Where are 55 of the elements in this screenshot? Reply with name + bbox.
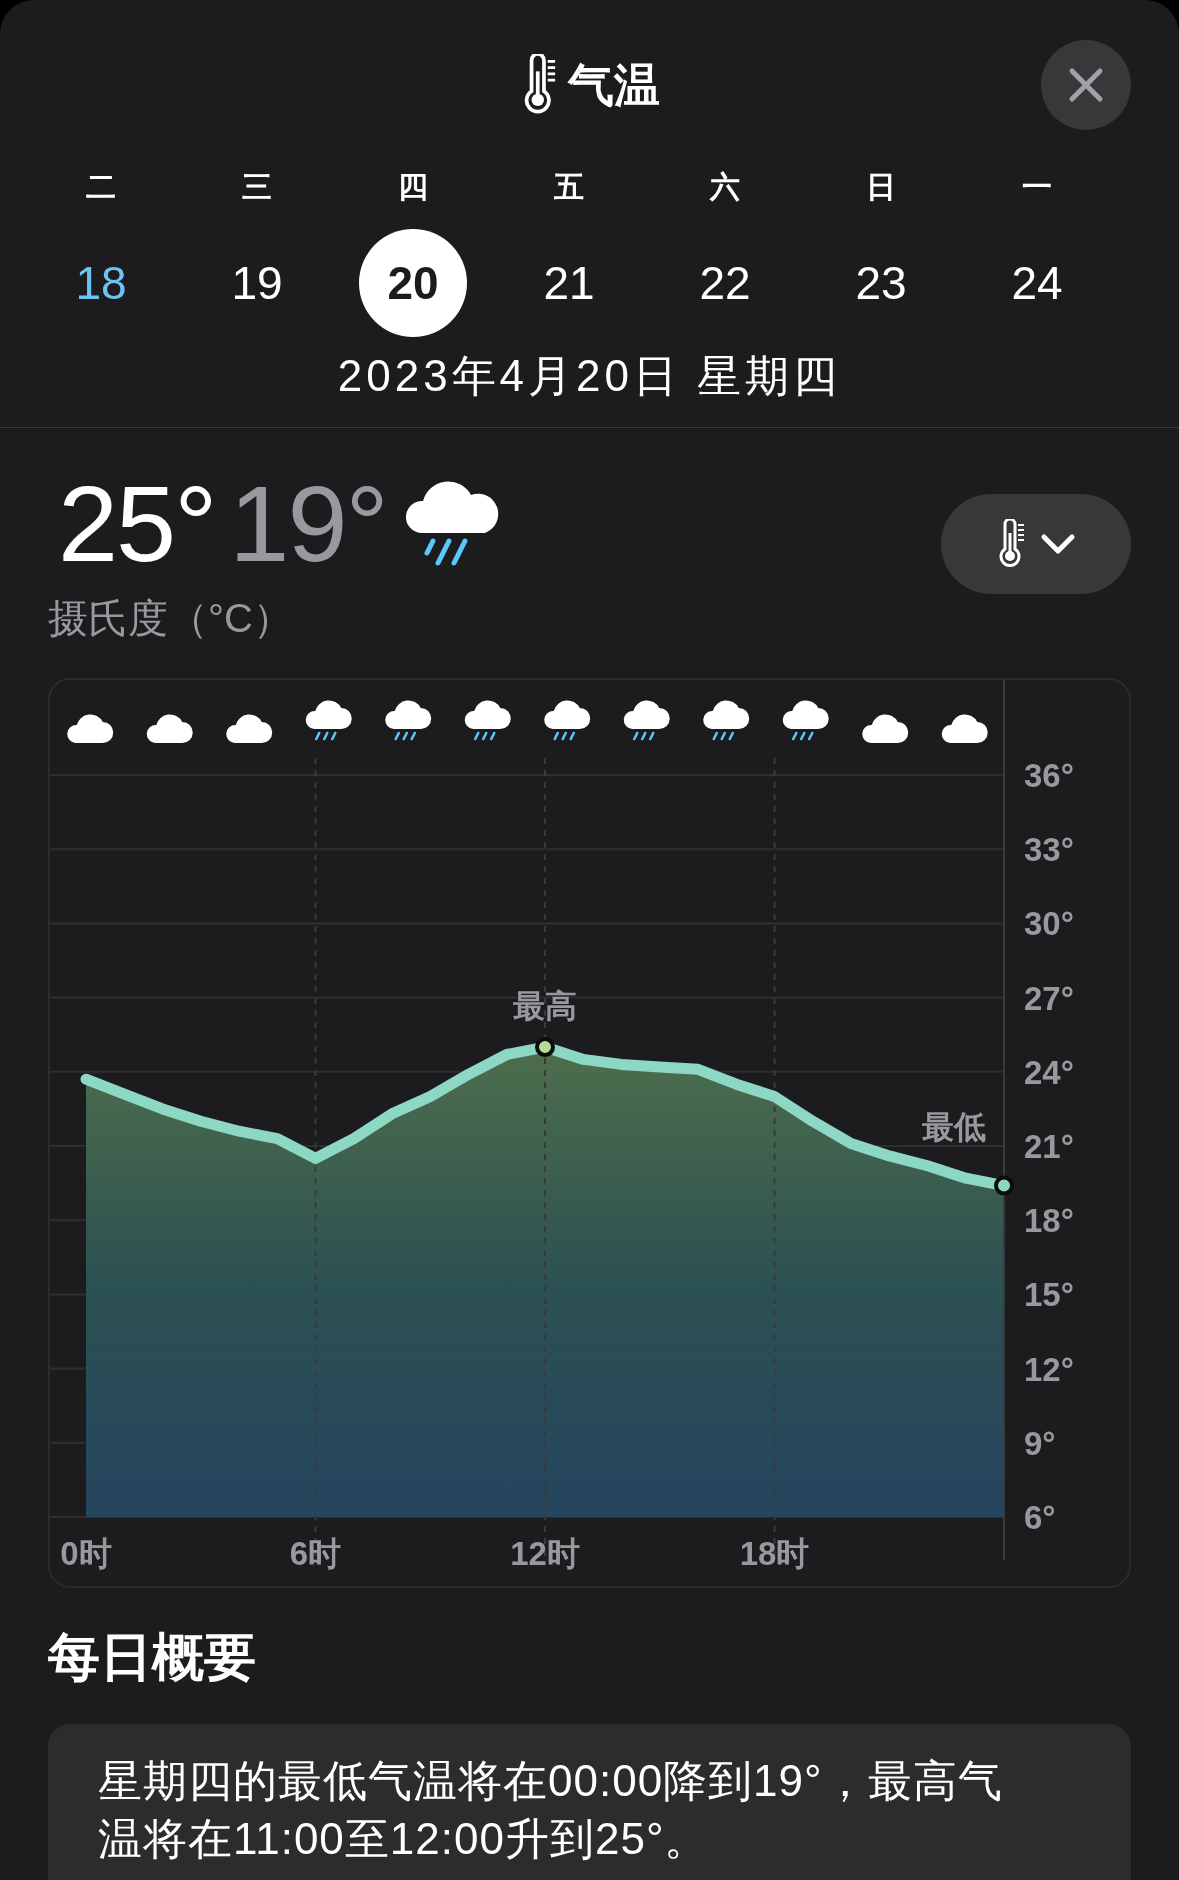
rain-cloud-icon <box>703 700 750 741</box>
weekday-label: 六 <box>710 169 740 205</box>
date-tab[interactable]: 20 <box>359 229 467 337</box>
axis-tick-label: 12时 <box>510 1535 580 1572</box>
low-temperature: 19° <box>229 470 387 578</box>
rain-cloud-icon <box>464 700 511 741</box>
extreme-marker <box>994 1175 1014 1196</box>
date-tab[interactable]: 23 <box>827 229 935 337</box>
axis-tick-label: 18时 <box>739 1535 810 1572</box>
weekday-label: 五 <box>554 169 584 205</box>
weekday-label: 日 <box>866 169 896 205</box>
axis-tick-label: 6° <box>1024 1499 1056 1536</box>
rain-cloud-icon <box>782 700 829 741</box>
axis-tick-label: 15° <box>1024 1276 1074 1314</box>
temperature-unit: 摄氏度（°C） <box>48 595 294 642</box>
date-tab[interactable]: 22 <box>671 229 779 337</box>
weekday-label: 一 <box>1022 169 1052 205</box>
rain-cloud-icon <box>385 700 432 741</box>
cloud-icon <box>226 714 273 743</box>
axis-tick-label: 9° <box>1024 1424 1056 1462</box>
rain-cloud-icon <box>623 700 670 741</box>
cloud-icon <box>941 714 988 743</box>
date-tab[interactable]: 19 <box>203 229 311 337</box>
chevron-down-icon <box>1040 533 1076 555</box>
axis-tick-label: 12° <box>1024 1350 1074 1388</box>
axis-tick-label: 24° <box>1024 1053 1074 1091</box>
annotation-label: 最低 <box>922 1108 986 1145</box>
thermometer-icon <box>996 519 1026 569</box>
weekday-label: 三 <box>242 169 272 205</box>
high-temperature: 25° <box>58 470 216 578</box>
panel-title: 气温 <box>567 57 660 113</box>
annotation-label: 最高 <box>513 988 577 1025</box>
section-heading: 每日概要 <box>47 1627 257 1688</box>
axis-tick-label: 27° <box>1024 979 1074 1017</box>
axis-tick-label: 30° <box>1024 905 1074 943</box>
axis-tick-label: 18° <box>1024 1202 1074 1240</box>
cloud-icon <box>862 714 909 743</box>
cloud-icon <box>146 714 193 743</box>
selected-date: 2023年4月20日 星期四 <box>336 350 843 402</box>
cloud-icon <box>67 714 114 743</box>
weekday-label: 二 <box>86 169 116 205</box>
date-tab[interactable]: 21 <box>515 229 623 337</box>
extreme-marker <box>535 1037 555 1058</box>
axis-tick-label: 6时 <box>289 1535 342 1572</box>
date-tab[interactable]: 24 <box>983 229 1091 337</box>
weekday-label: 四 <box>398 169 428 205</box>
axis-tick-label: 33° <box>1024 831 1074 869</box>
date-tab[interactable]: 18 <box>47 229 155 337</box>
rain-cloud-icon <box>305 700 352 741</box>
summary-text: 星期四的最低气温将在00:00降到19°，最高气温将在11:00至12:00升到25°。 <box>48 1724 1131 1880</box>
axis-tick-label: 21° <box>1024 1128 1074 1165</box>
rain-cloud-icon <box>544 700 591 741</box>
axis-tick-label: 0时 <box>60 1535 112 1572</box>
close-icon <box>1068 67 1104 103</box>
axis-tick-label: 36° <box>1024 757 1074 794</box>
